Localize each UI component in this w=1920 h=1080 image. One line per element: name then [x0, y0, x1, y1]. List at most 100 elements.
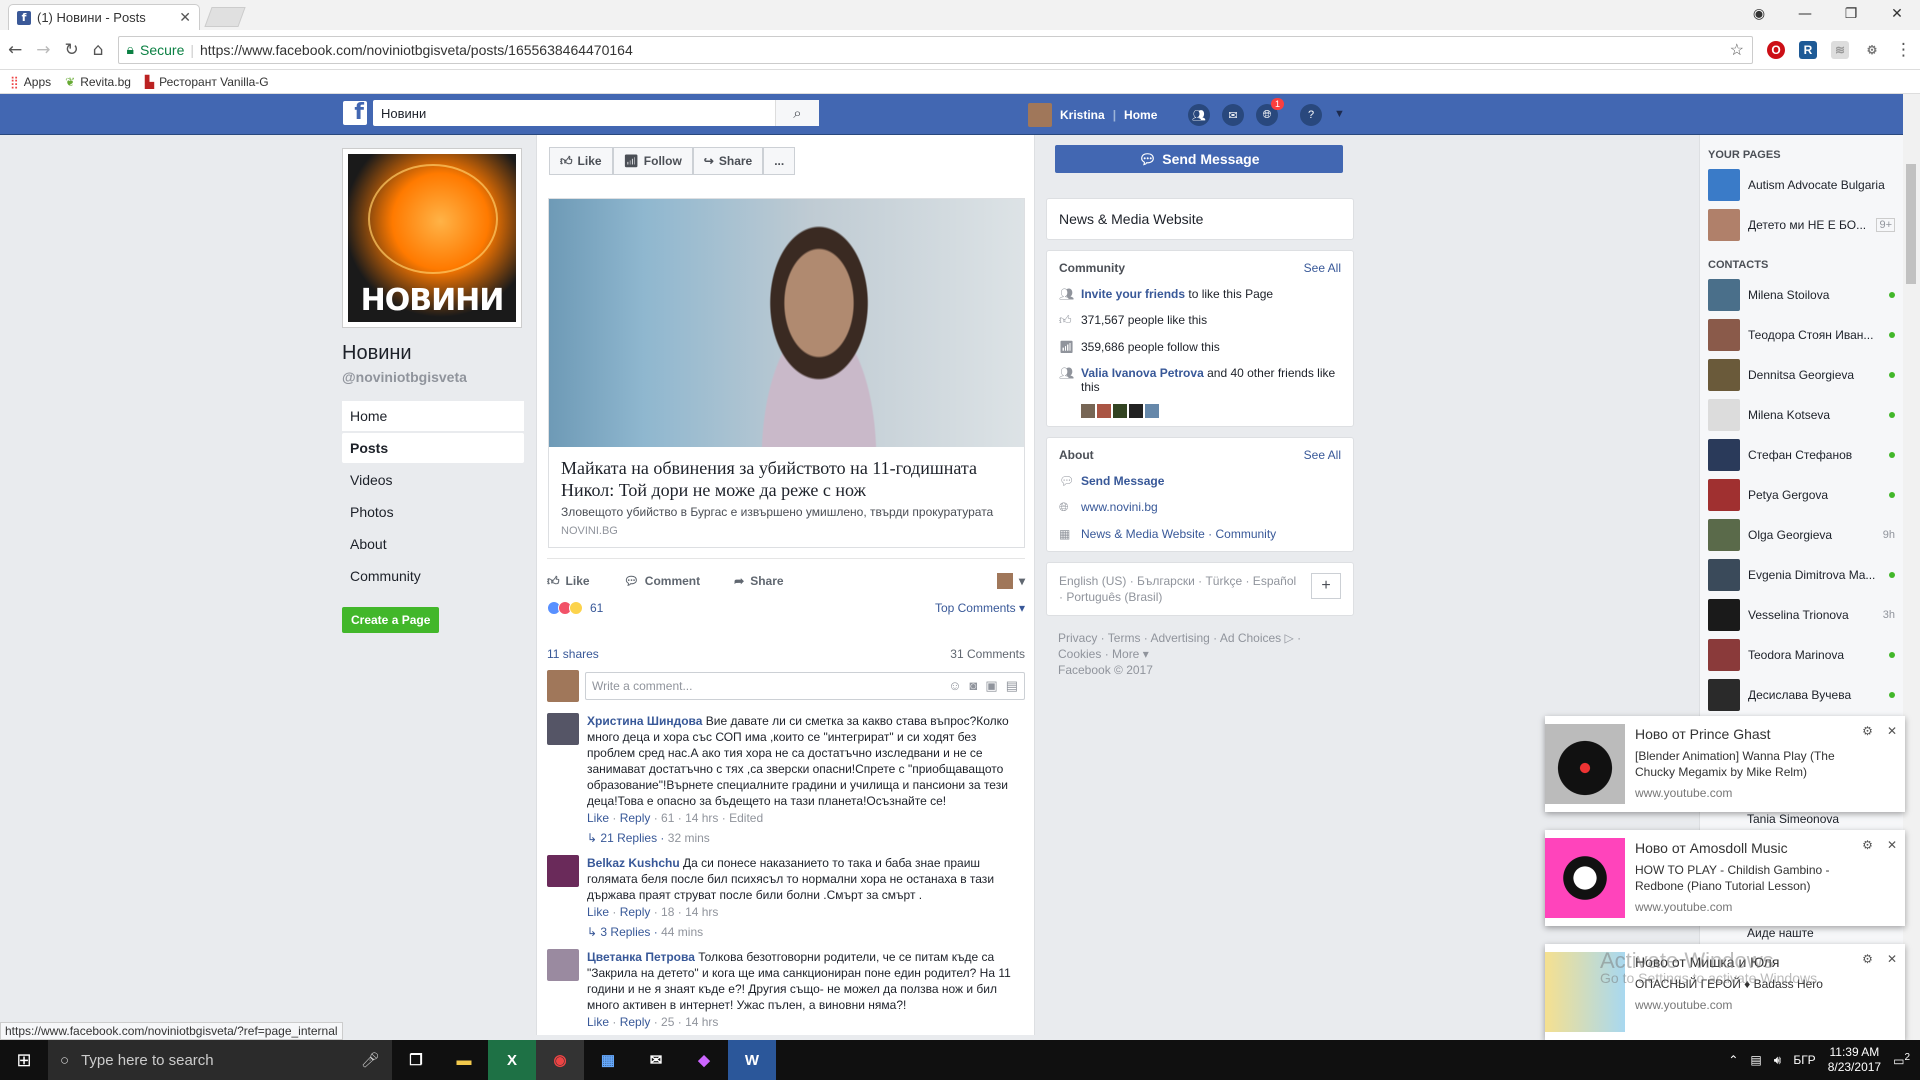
reload-icon[interactable]: ↻	[65, 40, 79, 60]
maps-pin-icon[interactable]: ◆	[680, 1040, 728, 1080]
send-message-button[interactable]: 💬︎ Send Message	[1055, 145, 1343, 173]
new-tab-button[interactable]	[204, 7, 246, 27]
maximize-button[interactable]: ❐	[1828, 2, 1874, 26]
about-see-all-link[interactable]: See All	[1304, 448, 1341, 462]
contact-item[interactable]: Tania Simeonova	[1707, 812, 1897, 826]
sad-reaction-icon[interactable]	[569, 601, 583, 615]
your-page-item[interactable]: Autism Advocate Bulgaria	[1700, 165, 1903, 205]
emoji-icon[interactable]: ☺	[948, 678, 961, 694]
network-icon[interactable]: ▤	[1750, 1053, 1761, 1067]
comment-reply-link[interactable]: Reply	[620, 1015, 651, 1029]
more-options-button[interactable]: ...	[763, 147, 796, 175]
about-send-message-link[interactable]: Send Message	[1081, 474, 1164, 488]
opera-extension-icon[interactable]: O	[1767, 40, 1785, 59]
top-comments-dropdown[interactable]: Top Comments ▾	[935, 601, 1025, 615]
notification-settings-icon[interactable]: ⚙	[1862, 952, 1873, 966]
post-comment-button[interactable]: 💬︎ Comment	[624, 574, 701, 588]
help-icon[interactable]: ?	[1300, 104, 1322, 126]
shares-link[interactable]: 11 shares	[547, 647, 599, 661]
comment-avatar[interactable]	[547, 855, 579, 887]
comment-time[interactable]: 14 hrs	[685, 811, 718, 825]
microphone-icon[interactable]: 🎤︎	[361, 1051, 380, 1069]
comment-reactions[interactable]: 61	[661, 811, 674, 825]
add-language-button[interactable]: +	[1311, 573, 1341, 599]
page-category-box[interactable]: News & Media Website	[1046, 198, 1354, 240]
view-replies-link[interactable]: ↳ 21 Replies · 32 mins	[587, 831, 1025, 845]
volume-icon[interactable]: 🔊︎	[1774, 1053, 1782, 1068]
contact-item[interactable]: Теодора Стоян Иван...	[1700, 315, 1903, 355]
sticker-icon[interactable]: ▤	[1006, 678, 1018, 694]
comment-reactions[interactable]: 25	[661, 1015, 674, 1029]
scrollbar-thumb[interactable]	[1906, 164, 1916, 284]
chrome-icon[interactable]: ◉	[536, 1040, 584, 1080]
create-page-button[interactable]: Create a Page	[342, 607, 440, 633]
account-menu-chevron-icon[interactable]: ▼	[1334, 104, 1345, 126]
home-icon[interactable]: ⌂	[93, 40, 104, 60]
minimize-button[interactable]: —	[1782, 2, 1828, 26]
page-share-button[interactable]: ↪ Share	[692, 147, 764, 175]
article-title[interactable]: Майката на обвинения за убийството на 11…	[561, 457, 1012, 501]
page-nav-community[interactable]: Community	[342, 561, 524, 591]
notification-settings-icon[interactable]: ⚙	[1862, 724, 1873, 738]
comment-reply-link[interactable]: Reply	[620, 905, 651, 919]
write-comment-input[interactable]: Write a comment... ☺ ◙ ▣ ▤	[585, 672, 1025, 700]
facebook-search-input[interactable]: Новини ⌕	[373, 100, 819, 126]
youtube-notification[interactable]: Ново от Prince Ghast [Blender Animation] …	[1545, 716, 1905, 812]
contact-item[interactable]: Olga Georgieva 9h	[1700, 515, 1903, 555]
comment-author[interactable]: Цветанка Петрова	[587, 950, 695, 964]
action-center-icon[interactable]: ▭2	[1893, 1052, 1910, 1068]
page-handle[interactable]: @noviniotbgisveta	[342, 369, 524, 385]
close-window-button[interactable]: ✕	[1874, 2, 1920, 26]
page-nav-home[interactable]: Home	[342, 401, 524, 431]
contact-item[interactable]: Десислава Вучева	[1700, 675, 1903, 715]
input-language[interactable]: БГР	[1793, 1053, 1815, 1067]
footer-line-2[interactable]: Cookies · More ▾	[1058, 646, 1342, 662]
comment-author[interactable]: Христина Шиндова	[587, 714, 702, 728]
page-nav-about[interactable]: About	[342, 529, 524, 559]
comment-time[interactable]: 14 hrs	[685, 1015, 718, 1029]
contact-item[interactable]: Стефан Стефанов	[1700, 435, 1903, 475]
gif-icon[interactable]: ▣	[985, 678, 997, 694]
comment-like-link[interactable]: Like	[587, 811, 609, 825]
friend-avatar[interactable]	[1113, 404, 1127, 418]
contact-item[interactable]: Milena Kotseva	[1700, 395, 1903, 435]
invite-friends-link[interactable]: Invite your friends	[1081, 287, 1185, 301]
contact-item[interactable]: Petya Gergova	[1700, 475, 1903, 515]
footer-line-1[interactable]: Privacy · Terms · Advertising · Ad Choic…	[1058, 630, 1342, 646]
comment-like-link[interactable]: Like	[587, 1015, 609, 1029]
comment-avatar[interactable]	[547, 713, 579, 745]
bookmark-star-icon[interactable]: ☆	[1730, 40, 1744, 60]
link-preview-card[interactable]: Майката на обвинения за убийството на 11…	[548, 198, 1025, 548]
settings-extension-icon[interactable]: ⚙	[1863, 40, 1881, 59]
page-like-button[interactable]: 👍︎ Like	[549, 147, 613, 175]
friend-avatar[interactable]	[1081, 404, 1095, 418]
contact-item[interactable]: Vesselina Trionova 3h	[1700, 595, 1903, 635]
url-field[interactable]: 🔒︎ Secure | https://www.facebook.com/nov…	[117, 35, 1753, 64]
community-see-all-link[interactable]: See All	[1304, 261, 1341, 275]
friend-name-link[interactable]: Valia Ivanova Petrova	[1081, 366, 1204, 380]
start-windows-icon[interactable]: ⊞	[0, 1040, 48, 1080]
page-nav-videos[interactable]: Videos	[342, 465, 524, 495]
menu-icon[interactable]: ⋮	[1895, 40, 1912, 60]
notification-close-icon[interactable]: ✕	[1887, 952, 1897, 966]
search-icon[interactable]: ⌕	[775, 100, 819, 126]
bookmark-vanilla[interactable]: ▙ Ресторант Vanilla-G	[145, 75, 269, 89]
clock[interactable]: 11:39 AM 8/23/2017	[1828, 1045, 1881, 1075]
mail-icon[interactable]: ✉	[632, 1040, 680, 1080]
user-name-link[interactable]: Kristina	[1060, 108, 1105, 122]
page-nav-posts[interactable]: Posts	[342, 433, 524, 463]
comment-author[interactable]: Belkaz Kushchu	[587, 856, 680, 870]
r-extension-icon[interactable]: R	[1799, 40, 1817, 59]
comment-avatar[interactable]	[547, 949, 579, 981]
post-as-selector[interactable]: ▾	[996, 573, 1025, 589]
tray-up-chevron-icon[interactable]: ⌃	[1728, 1053, 1738, 1067]
comment-like-link[interactable]: Like	[587, 905, 609, 919]
photos-app-icon[interactable]: ▦	[584, 1040, 632, 1080]
rss-extension-icon[interactable]: ≋	[1831, 40, 1849, 59]
website-link[interactable]: www.novini.bg	[1081, 500, 1158, 515]
contact-item[interactable]: Аиде наште	[1707, 926, 1897, 940]
user-avatar[interactable]	[1028, 103, 1052, 127]
comment-time[interactable]: 14 hrs	[685, 905, 718, 919]
friend-avatar[interactable]	[1097, 404, 1111, 418]
page-name[interactable]: Новини	[342, 342, 524, 365]
